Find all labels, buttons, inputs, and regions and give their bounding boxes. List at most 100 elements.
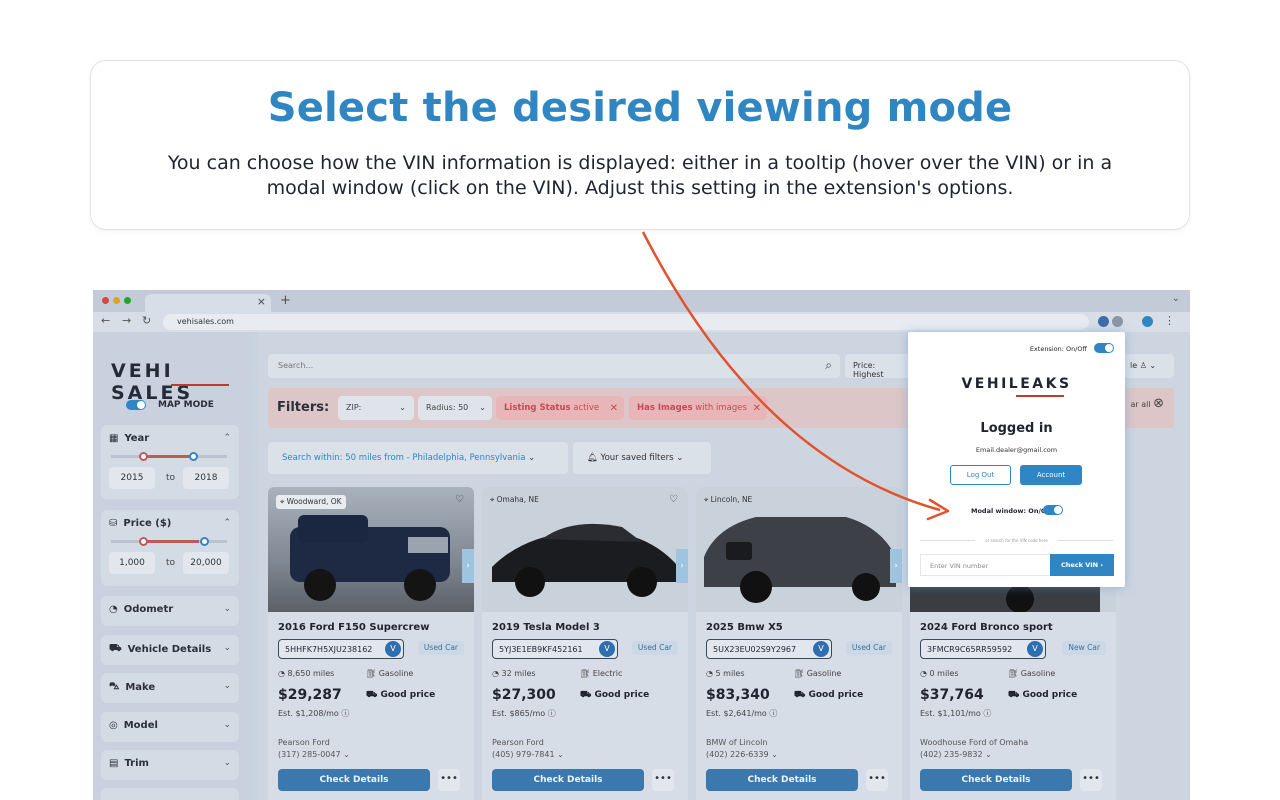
price-slider[interactable]: [111, 537, 227, 546]
sort-select[interactable]: Price: Highest: [845, 354, 915, 379]
vin-input[interactable]: Enter VIN number: [920, 554, 1050, 576]
check-details-button[interactable]: Check Details: [706, 769, 858, 791]
listing-card[interactable]: ⌖ Omaha, NE ♡ › 2019 Tesla Model 3 5YJ3E…: [482, 487, 688, 800]
dealer-phone[interactable]: (405) 979-7841 ⌄: [492, 749, 564, 761]
odometer-filter[interactable]: ◔ Odometr ⌄: [101, 596, 239, 626]
year-from-input[interactable]: 2015: [109, 467, 155, 489]
search-within-select[interactable]: Search within: 50 miles from - Philadelp…: [268, 442, 568, 474]
chevron-down-icon[interactable]: ⌄: [223, 758, 231, 768]
profile-icon[interactable]: [1142, 316, 1153, 327]
reload-icon[interactable]: ↻: [142, 314, 151, 327]
vin-text[interactable]: 5HHFK7H5XJU238162: [285, 645, 372, 654]
chevron-down-icon[interactable]: ⌄: [1172, 293, 1180, 304]
vehicle-image[interactable]: [482, 487, 688, 612]
extension-icon[interactable]: [1098, 316, 1109, 327]
vin-text[interactable]: 5YJ3E1EB9KF452161: [499, 645, 583, 654]
info-icon[interactable]: ⓘ: [769, 709, 777, 718]
extension-toggle[interactable]: [1094, 343, 1114, 353]
next-image-button[interactable]: ›: [676, 549, 688, 583]
modal-window-toggle[interactable]: [1043, 505, 1063, 515]
model-filter[interactable]: ◎ Model ⌄: [101, 712, 239, 742]
clear-all-button[interactable]: ar all ⊗: [1130, 396, 1164, 411]
vin-logo-icon[interactable]: V: [813, 641, 829, 657]
check-vin-button[interactable]: Check VIN ›: [1050, 554, 1114, 576]
phone-text[interactable]: (405) 979-7841: [492, 750, 555, 759]
close-window-dot[interactable]: [102, 297, 109, 304]
vin-logo-icon[interactable]: V: [599, 641, 615, 657]
vin-field[interactable]: 5YJ3E1EB9KF452161 V: [492, 639, 618, 659]
car-title[interactable]: 2025 Bmw X5: [706, 622, 783, 633]
chevron-up-icon[interactable]: ⌃: [223, 433, 231, 443]
back-icon[interactable]: ←: [101, 314, 110, 327]
account-button[interactable]: Account: [1020, 465, 1082, 485]
chevron-down-icon[interactable]: ⌄: [223, 604, 231, 614]
heart-icon[interactable]: ♡: [669, 494, 678, 505]
car-title[interactable]: 2019 Tesla Model 3: [492, 622, 600, 633]
user-menu-button[interactable]: le ♙ ⌄: [1124, 354, 1174, 378]
map-mode-toggle[interactable]: [126, 400, 146, 410]
vin-text[interactable]: 5UX23EU02S9Y2967: [713, 645, 796, 654]
puzzle-icon[interactable]: [1112, 316, 1123, 327]
chevron-up-icon[interactable]: ⌃: [223, 518, 231, 528]
vin-logo-icon[interactable]: V: [385, 641, 401, 657]
next-image-button[interactable]: ›: [890, 549, 902, 583]
remove-chip-icon[interactable]: ✕: [753, 403, 761, 414]
chevron-down-icon[interactable]: ⌄: [223, 720, 231, 730]
vehicle-image[interactable]: [696, 487, 902, 612]
next-filter-section[interactable]: [101, 788, 239, 800]
listing-card[interactable]: ⌖ Lincoln, NE › 2025 Bmw X5 5UX23EU02S9Y…: [696, 487, 902, 800]
phone-text[interactable]: (317) 285-0047: [278, 750, 341, 759]
heart-icon[interactable]: ♡: [455, 494, 464, 505]
radius-select[interactable]: Radius: 50 ⌄: [418, 396, 492, 420]
car-title[interactable]: 2016 Ford F150 Supercrew: [278, 622, 429, 633]
info-icon[interactable]: ⓘ: [548, 709, 556, 718]
map-mode-toggle-row[interactable]: MAP MODE: [126, 400, 214, 410]
price-to-input[interactable]: 20,000: [183, 552, 229, 574]
info-icon[interactable]: ⓘ: [983, 709, 991, 718]
search-icon[interactable]: ⌕: [825, 358, 832, 373]
maximize-window-dot[interactable]: [124, 297, 131, 304]
tab-close-icon[interactable]: ×: [257, 295, 266, 308]
dealer-phone[interactable]: (402) 235-9832 ⌄: [920, 749, 1028, 761]
more-options-button[interactable]: •••: [866, 769, 888, 791]
price-from-input[interactable]: 1,000: [109, 552, 155, 574]
chevron-down-icon[interactable]: ⌄: [223, 681, 231, 691]
remove-chip-icon[interactable]: ✕: [610, 403, 618, 414]
year-min-handle[interactable]: [139, 452, 148, 461]
year-to-input[interactable]: 2018: [183, 467, 229, 489]
logout-button[interactable]: Log Out: [950, 465, 1011, 485]
listing-status-chip[interactable]: Listing Status active ✕: [496, 396, 624, 420]
listing-card[interactable]: ⌖ Woodward, OK ♡ › 2016 Ford F150 Superc…: [268, 487, 474, 800]
more-options-button[interactable]: •••: [438, 769, 460, 791]
vin-text[interactable]: 3FMCR9C65RR59592: [927, 645, 1012, 654]
year-slider[interactable]: [111, 452, 227, 461]
dealer-phone[interactable]: (317) 285-0047 ⌄: [278, 749, 350, 761]
make-filter[interactable]: ⛍ Make ⌄: [101, 673, 239, 703]
check-details-button[interactable]: Check Details: [492, 769, 644, 791]
site-logo[interactable]: VEHI SALES: [111, 360, 250, 404]
dealer-phone[interactable]: (402) 226-6339 ⌄: [706, 749, 778, 761]
year-max-handle[interactable]: [189, 452, 198, 461]
price-max-handle[interactable]: [200, 537, 209, 546]
car-title[interactable]: 2024 Ford Bronco sport: [920, 622, 1053, 633]
vin-field[interactable]: 3FMCR9C65RR59592 V: [920, 639, 1046, 659]
trim-filter[interactable]: ▤ Trim ⌄: [101, 750, 239, 780]
menu-icon[interactable]: ⋮: [1164, 314, 1175, 327]
has-images-chip[interactable]: Has Images with images ✕: [629, 396, 767, 420]
info-icon[interactable]: ⓘ: [341, 709, 349, 718]
next-image-button[interactable]: ›: [462, 549, 474, 583]
url-input[interactable]: vehisales.com: [163, 314, 1089, 330]
forward-icon[interactable]: →: [122, 314, 131, 327]
chevron-down-icon[interactable]: ⌄: [223, 643, 231, 653]
phone-text[interactable]: (402) 226-6339: [706, 750, 769, 759]
saved-filters-button[interactable]: 🔔︎ Your saved filters ⌄: [573, 442, 711, 474]
new-tab-icon[interactable]: +: [280, 293, 291, 308]
more-options-button[interactable]: •••: [1080, 769, 1102, 791]
browser-tab[interactable]: ×: [145, 294, 271, 312]
vehicle-details-filter[interactable]: ⛟ Vehicle Details ⌄: [101, 635, 239, 665]
vin-field[interactable]: 5UX23EU02S9Y2967 V: [706, 639, 832, 659]
vin-logo-icon[interactable]: V: [1027, 641, 1043, 657]
check-details-button[interactable]: Check Details: [920, 769, 1072, 791]
phone-text[interactable]: (402) 235-9832: [920, 750, 983, 759]
price-min-handle[interactable]: [139, 537, 148, 546]
